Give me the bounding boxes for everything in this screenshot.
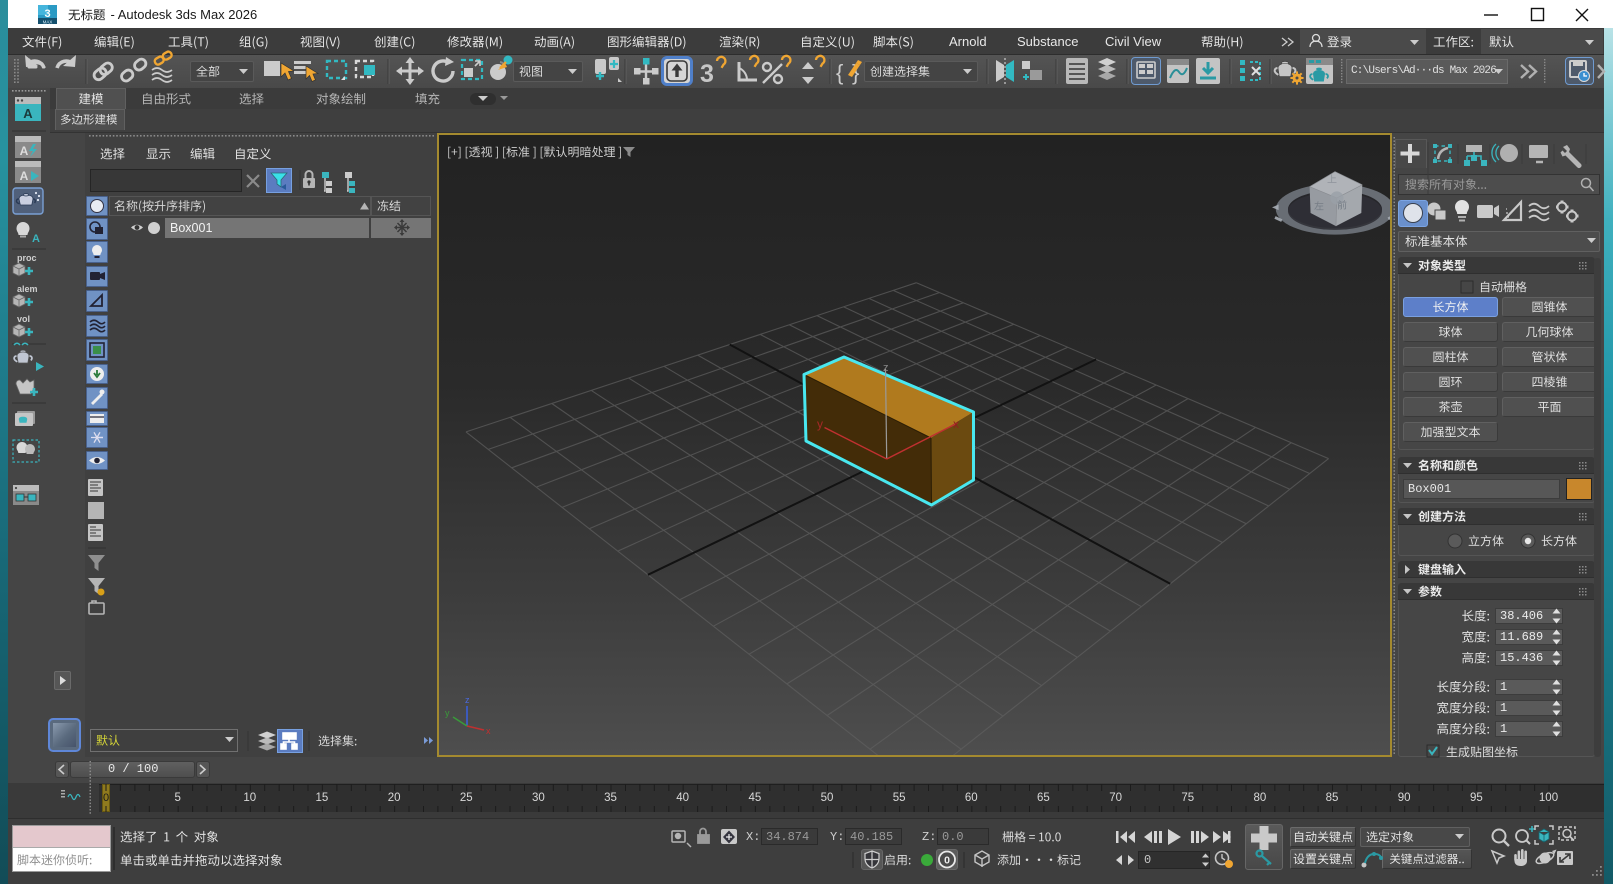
svg-text:z: z	[465, 695, 470, 705]
svg-text:x: x	[486, 726, 491, 736]
svg-text:y: y	[817, 417, 823, 431]
svg-text:x: x	[953, 417, 959, 431]
svg-text:y: y	[445, 708, 450, 718]
svg-text:z: z	[883, 362, 889, 374]
